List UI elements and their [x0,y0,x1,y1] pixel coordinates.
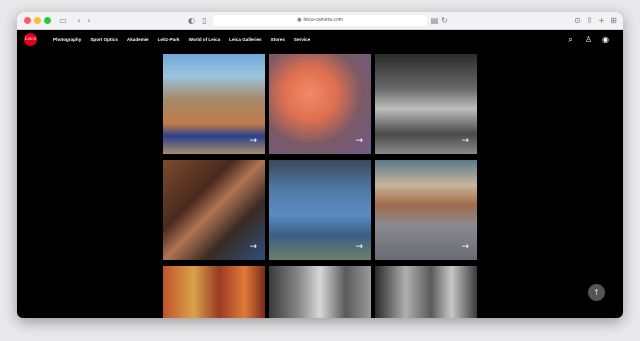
arrow-right-icon: → [461,136,469,146]
share-icon[interactable]: ⇪ [585,15,594,26]
address-bar[interactable]: ● leica-camera.com [213,15,427,26]
nav-leitz-park[interactable]: Leitz-Park [158,37,180,42]
scroll-to-top-button[interactable]: ↑ [588,284,605,301]
arrow-right-icon: → [355,136,363,146]
nav-akademie[interactable]: Akademie [127,37,149,42]
user-icon[interactable]: ♙ [584,35,593,44]
zoom-window-button[interactable] [44,17,51,24]
sidebar-icon[interactable]: ▭ [57,15,69,26]
arrow-right-icon: → [461,242,469,252]
nav-photography[interactable]: Photography [53,37,81,42]
url-text: leica-camera.com [303,17,343,23]
lock-icon: ● [297,17,302,23]
gallery-tile-masked-embrace-photo[interactable]: → [163,160,265,260]
browser-toolbar: ▭ ‹ › ◐ ▯ ● leica-camera.com ▤ ↻ ⊙ ⇪ + ⊞ [17,12,623,30]
nav-sport-optics[interactable]: Sport Optics [90,37,118,42]
browser-window: ▭ ‹ › ◐ ▯ ● leica-camera.com ▤ ↻ ⊙ ⇪ + ⊞ … [17,12,623,318]
leica-logo[interactable]: Leica [24,33,37,46]
close-window-button[interactable] [24,17,31,24]
gallery-tile-flamingo-car-photo[interactable]: → [269,54,371,154]
location-pin-icon[interactable]: ◉ [601,35,610,44]
gallery-tile-man-with-mural-photo[interactable] [375,266,477,318]
gallery-tile-people-street-photo[interactable] [269,266,371,318]
translate-icon[interactable]: ▤ [430,15,439,26]
gallery-tile-surgeons-operating-photo[interactable]: → [269,160,371,260]
page-menu-icon[interactable]: ▯ [200,15,209,26]
new-tab-icon[interactable]: + [597,15,606,26]
privacy-shield-icon[interactable]: ◐ [187,15,196,26]
search-icon[interactable]: ⌕ [566,35,575,44]
nav-world-of-leica[interactable]: World of Leica [189,37,221,42]
gallery-tile-colorful-crowd-photo[interactable] [163,266,265,318]
arrow-right-icon: → [355,242,363,252]
gallery-tile-dogs-on-steps-photo[interactable]: → [375,54,477,154]
arrow-right-icon: → [249,136,257,146]
gallery-tile-beach-swimmer-photo[interactable]: → [163,54,265,154]
minimize-window-button[interactable] [34,17,41,24]
reload-icon[interactable]: ↻ [440,15,449,26]
forward-icon[interactable]: › [85,15,93,26]
back-icon[interactable]: ‹ [75,15,83,26]
main-navigation: Photography Sport Optics Akademie Leitz-… [53,30,319,49]
tab-overview-icon[interactable]: ⊞ [609,15,618,26]
nav-leica-galleries[interactable]: Leica Galleries [229,37,261,42]
nav-stores[interactable]: Stores [271,37,285,42]
gallery-tile-children-in-yard-photo[interactable]: → [375,160,477,260]
arrow-right-icon: → [249,242,257,252]
site-header: Leica Photography Sport Optics Akademie … [17,30,623,49]
nav-service[interactable]: Service [294,37,310,42]
download-icon[interactable]: ⊙ [573,15,582,26]
